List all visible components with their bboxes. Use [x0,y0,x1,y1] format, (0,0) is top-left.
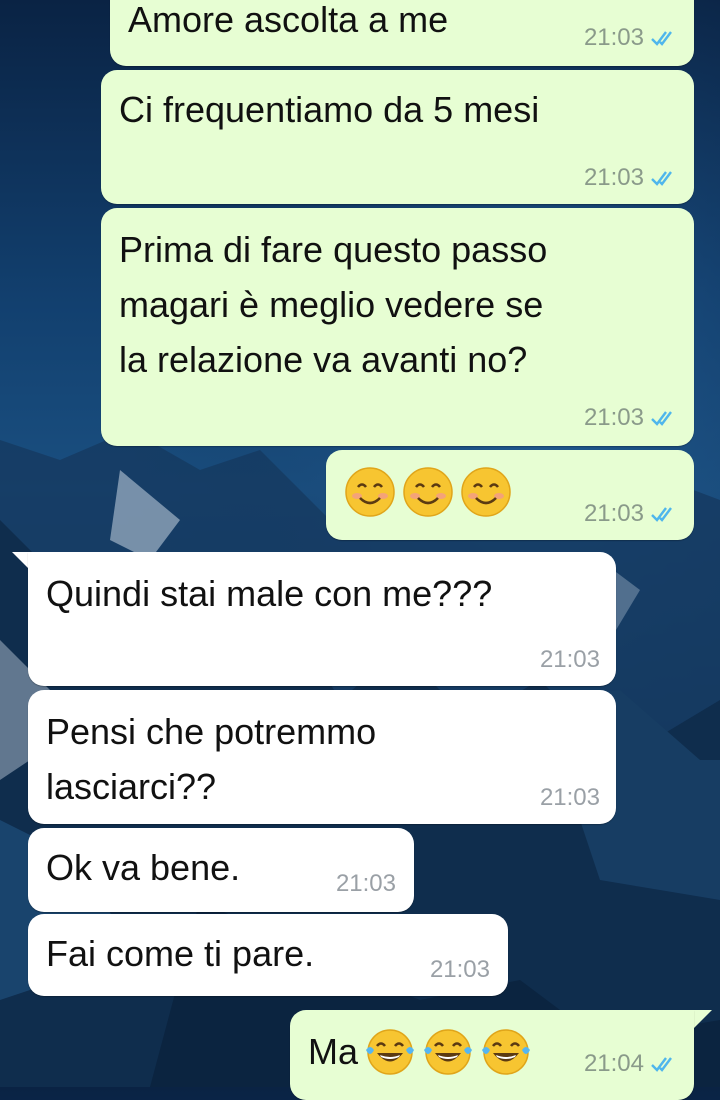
message-time: 21:03 [429,956,490,983]
message-text: Quindi stai male con me??? [46,573,493,614]
message-time: 21:03 [539,784,600,811]
message-meta: 21:03 [540,646,600,674]
message-time: 21:04 [583,1050,644,1077]
message-bubble-outgoing[interactable]: Prima di fare questo passo magari è megl… [101,208,694,446]
message-text: Prima di fare questo passo magari è megl… [119,229,548,380]
message-meta: 21:03 [336,870,396,898]
tears-of-joy-icon [424,1028,473,1075]
message-text: Ci frequentiamo da 5 mesi [119,89,540,130]
message-bubble-outgoing[interactable]: 21:03 [326,450,694,540]
smiling-face-icon [403,467,453,517]
message-meta: 21:03 [584,404,678,432]
message-time: 21:03 [583,24,644,51]
message-meta: 21:03 [540,784,600,812]
message-bubble-incoming[interactable]: Quindi stai male con me??? 21:03 [28,552,616,686]
double-check-read-icon [651,507,672,522]
double-check-read-icon [651,171,672,186]
bubble-tail [694,1010,712,1028]
message-text: Fai come ti pare. [46,933,315,974]
message-time: 21:03 [583,164,644,191]
message-text: Ok va bene. [46,847,241,888]
message-meta: 21:03 [584,24,678,52]
message-meta: 21:04 [584,1050,678,1078]
double-check-read-icon [651,411,672,426]
message-text: Ma [308,1031,359,1072]
message-bubble-outgoing[interactable]: Amore ascolta a me 21:03 [110,0,694,66]
message-meta: 21:03 [430,956,490,984]
message-meta: 21:03 [584,500,678,528]
double-check-read-icon [651,31,672,46]
double-check-read-icon [651,1057,672,1072]
tears-of-joy-icon [482,1028,531,1075]
message-time: 21:03 [583,404,644,431]
message-text: Amore ascolta a me [128,0,449,40]
tears-of-joy-icon [366,1028,415,1075]
emoji-row [344,466,512,518]
message-time: 21:03 [583,500,644,527]
message-time: 21:03 [335,870,396,897]
message-text: Pensi che potremmo lasciarci?? [46,711,377,807]
message-bubble-incoming[interactable]: Ok va bene. 21:03 [28,828,414,912]
message-bubble-outgoing[interactable]: Ci frequentiamo da 5 mesi 21:03 [101,70,694,204]
message-content: Ma [308,1024,532,1079]
message-meta: 21:03 [584,164,678,192]
smiling-face-icon [345,467,395,517]
message-time: 21:03 [539,646,600,673]
smiling-face-icon [461,467,511,517]
message-bubble-incoming[interactable]: Fai come ti pare. 21:03 [28,914,508,996]
message-bubble-incoming[interactable]: Pensi che potremmo lasciarci?? 21:03 [28,690,616,824]
